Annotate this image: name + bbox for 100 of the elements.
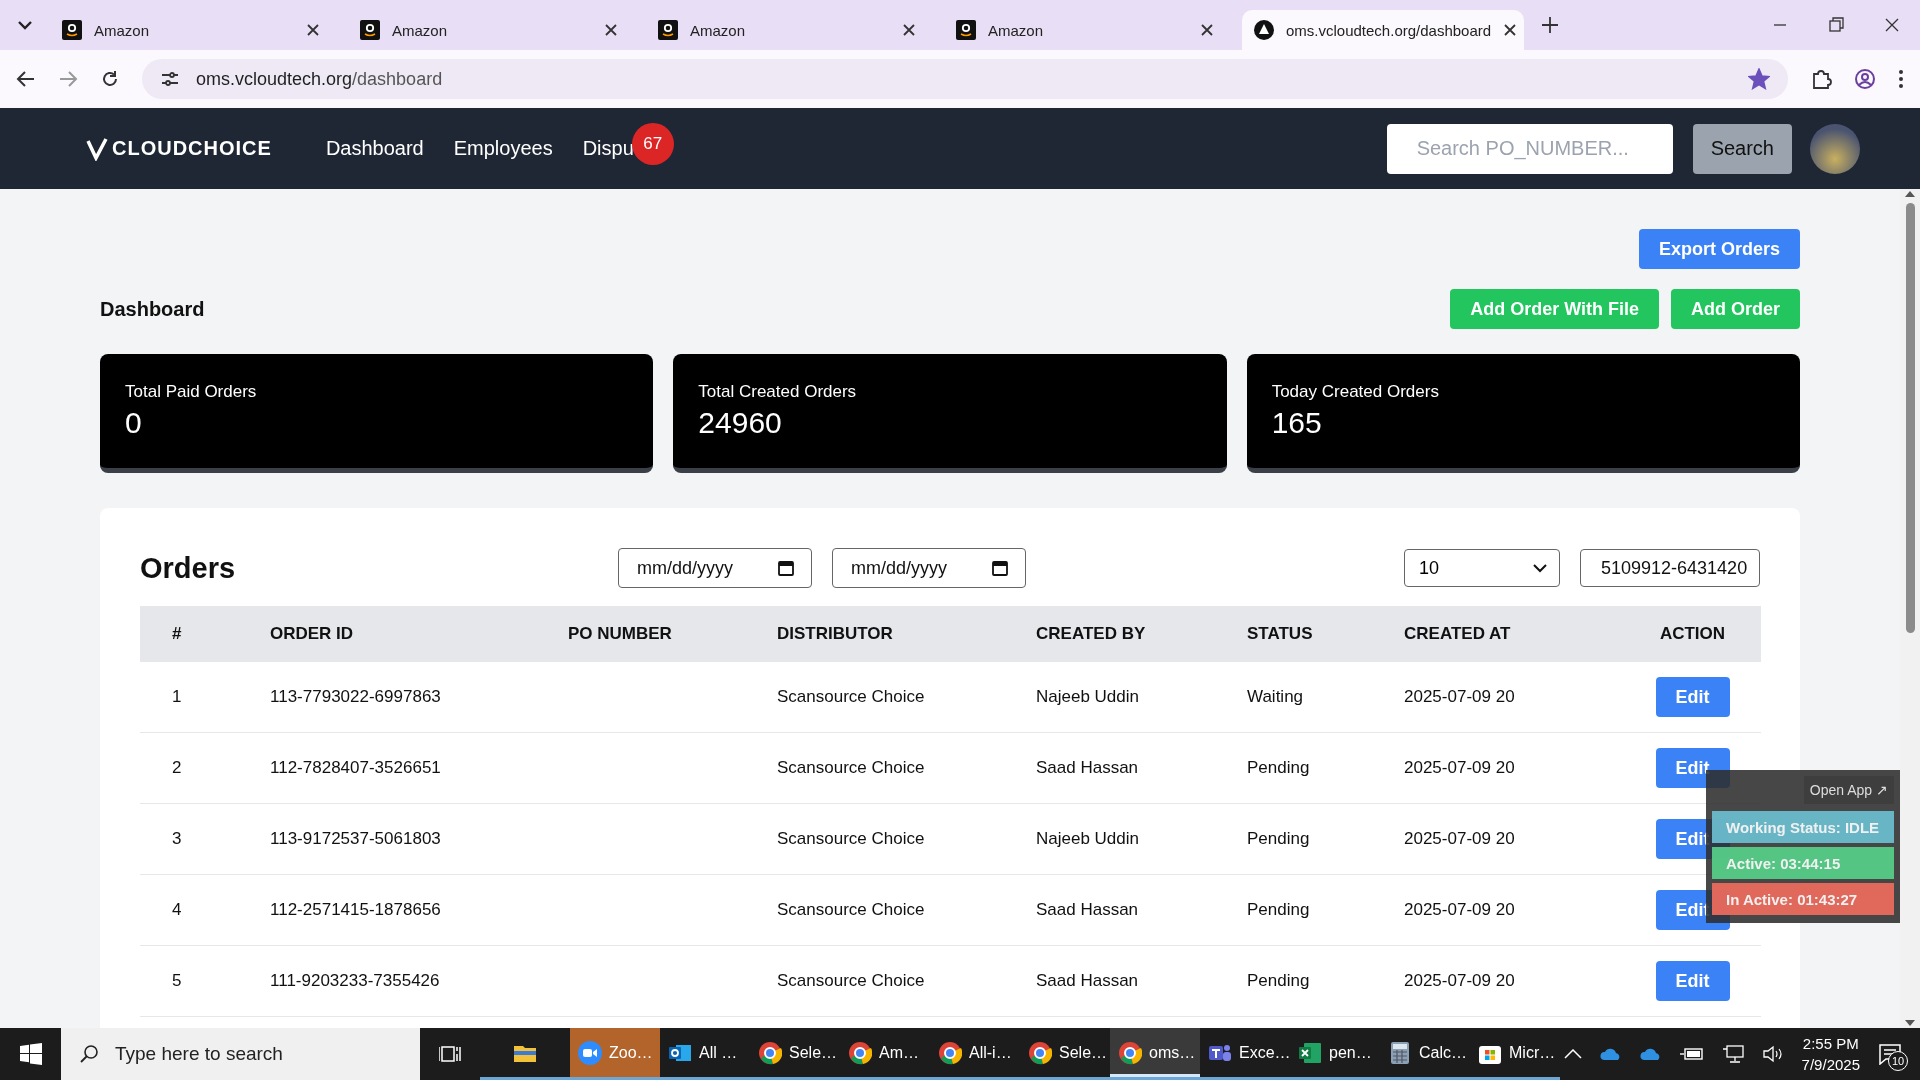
taskbar-search-field[interactable]: Type here to search (61, 1028, 420, 1080)
extensions-icon[interactable] (1810, 68, 1832, 90)
close-icon[interactable] (306, 23, 320, 37)
taskbar-app[interactable]: Am… (840, 1028, 930, 1080)
back-icon[interactable] (16, 69, 36, 89)
tab-title: Amazon (392, 21, 449, 39)
taskbar-app[interactable]: Zoo… (570, 1028, 660, 1080)
table-cell: 2025-07-09 20 (1404, 687, 1515, 707)
column-header: PO NUMBER (568, 606, 777, 662)
section-title: Orders (140, 551, 236, 584)
browser-tab[interactable]: Amazon (50, 10, 332, 50)
url-text: oms.vcloudtech.org/dashboard (196, 68, 443, 90)
network-icon[interactable] (1721, 1044, 1744, 1064)
browser-tab[interactable]: Amazon (348, 10, 630, 50)
browser-tab[interactable]: oms.vcloudtech.org/dashboard (1242, 10, 1524, 50)
column-header: CREATED AT (1404, 606, 1624, 662)
scrollbar-thumb[interactable] (1905, 203, 1915, 633)
taskbar-app[interactable]: Calc… (1380, 1028, 1470, 1080)
browser-icon (1118, 1040, 1142, 1065)
status-bar: Working Status: IDLE (1712, 811, 1894, 843)
spreadsheet-icon (1298, 1040, 1322, 1065)
column-header: CREATED BY (1036, 606, 1247, 662)
amazon-favicon (62, 20, 82, 40)
page-size-select[interactable]: 10 (1404, 549, 1560, 587)
nav-link[interactable]: Dashboard (325, 137, 424, 159)
taskbar-app[interactable]: Exce… (1200, 1028, 1290, 1080)
windows-start-icon[interactable] (19, 1043, 42, 1065)
open-app-button[interactable]: Open App ↗ (1803, 776, 1894, 804)
table-cell: 3 (172, 829, 182, 849)
browser-tab[interactable]: Amazon (944, 10, 1226, 50)
chevron-up-icon[interactable] (1563, 1049, 1582, 1059)
taskbar-app[interactable]: Sele… (750, 1028, 840, 1080)
table-cell: 2025-07-09 20 (1404, 758, 1515, 778)
column-header: ORDER ID (270, 606, 568, 662)
notification-count: 10 (1888, 1051, 1908, 1071)
menu-icon[interactable] (1898, 69, 1904, 89)
stat-value: 165 (1271, 406, 1323, 440)
volume-icon[interactable] (1761, 1045, 1784, 1063)
logo-text: CLOUDCHOICE (112, 137, 272, 160)
site-favicon (1254, 20, 1274, 40)
table-cell: Saad Hassan (1036, 971, 1139, 991)
search-field[interactable]: Search PO_NUMBER... (1386, 123, 1673, 174)
cloud-icon[interactable] (1639, 1047, 1662, 1061)
edit-button[interactable]: Edit (1655, 677, 1730, 717)
tab-title: oms.vcloudtech.org/dashboard (1286, 21, 1492, 39)
taskbar-app[interactable]: oms… (1110, 1028, 1200, 1080)
table-cell: Saad Hassan (1036, 900, 1139, 920)
column-header: STATUS (1247, 606, 1404, 662)
stat-value: 0 (125, 406, 143, 440)
browser-icon (938, 1040, 962, 1065)
order-search-field[interactable]: 5109912-6431420 (1580, 549, 1760, 587)
browser-icon (1028, 1040, 1052, 1065)
table-cell: 112-7828407-3526651 (270, 758, 441, 778)
browser-tab[interactable]: Amazon (646, 10, 928, 50)
taskbar-app[interactable]: Micr… (1470, 1028, 1560, 1080)
close-icon[interactable] (1200, 23, 1214, 37)
taskbar-app[interactable]: pen… (1290, 1028, 1380, 1080)
stat-label: Today Created Orders (1271, 382, 1440, 402)
chevron-down-icon (1533, 563, 1547, 573)
notification-icon[interactable] (1878, 1043, 1902, 1065)
column-header: DISTRIBUTOR (777, 606, 1036, 662)
table-cell: Najeeb Uddin (1036, 829, 1139, 849)
address-bar[interactable]: oms.vcloudtech.org/dashboard (142, 59, 1788, 99)
table-cell: Saad Hassan (1036, 758, 1139, 778)
taskbar-app[interactable]: All … (660, 1028, 750, 1080)
status-bar: In Active: 01:43:27 (1712, 883, 1894, 915)
new-tab-icon[interactable] (1540, 15, 1560, 35)
close-icon[interactable] (604, 23, 618, 37)
battery-icon[interactable] (1679, 1047, 1704, 1061)
cloud-icon[interactable] (1599, 1047, 1622, 1061)
export-orders-button[interactable]: Export Orders (1638, 229, 1800, 269)
table-cell: Pending (1247, 900, 1310, 920)
date-field[interactable]: mm/dd/yyyy (618, 548, 812, 588)
taskbar-app[interactable]: All-i… (930, 1028, 1020, 1080)
date-field[interactable]: mm/dd/yyyy (832, 548, 1026, 588)
browser-icon (758, 1040, 782, 1065)
nav-link[interactable]: Employees (453, 137, 553, 159)
task-view-icon[interactable] (439, 1044, 461, 1064)
table-cell: Najeeb Uddin (1036, 687, 1139, 707)
bookmark-star-icon[interactable] (1748, 68, 1770, 90)
profile-icon[interactable] (1854, 68, 1876, 90)
forward-icon[interactable] (58, 69, 78, 89)
table-cell: 5 (172, 971, 182, 991)
status-bar: Active: 03:44:15 (1712, 847, 1894, 879)
stat-label: Total Created Orders (698, 382, 858, 402)
reload-icon[interactable] (100, 69, 120, 89)
edit-button[interactable]: Edit (1655, 961, 1730, 1001)
close-icon[interactable] (902, 23, 916, 37)
table-cell: 111-9203233-7355426 (270, 971, 440, 991)
tab-title: Amazon (988, 21, 1045, 39)
table-cell: Pending (1247, 971, 1310, 991)
table-cell: Scansource Choice (777, 900, 925, 920)
column-header: # (140, 606, 270, 662)
amazon-favicon (956, 20, 976, 40)
close-icon[interactable] (1503, 23, 1518, 37)
search-button[interactable]: Search (1692, 123, 1792, 174)
column-header: ACTION (1624, 606, 1761, 662)
avatar[interactable] (1810, 123, 1860, 174)
nav-link[interactable]: Dispu (582, 137, 634, 159)
clock[interactable]: 2:55 PM 7/9/2025 (1801, 1035, 1860, 1073)
